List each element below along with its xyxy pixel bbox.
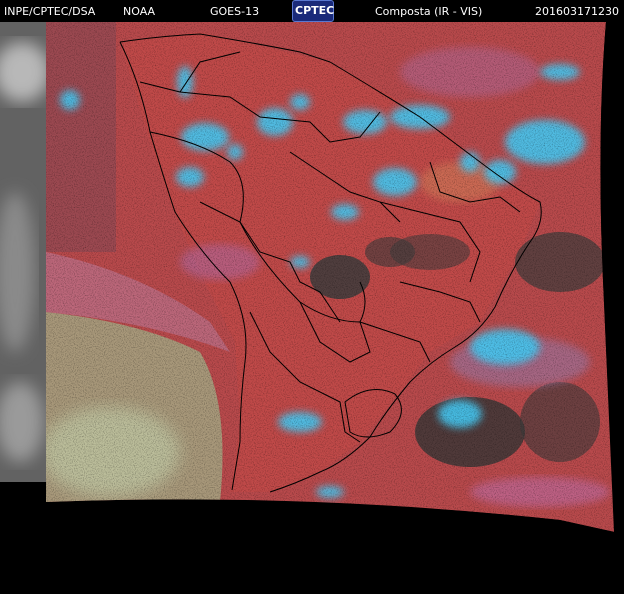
satellite-label: GOES-13: [210, 5, 260, 18]
satellite-image: [0, 22, 624, 594]
agency-label: INPE/CPTEC/DSA: [4, 5, 96, 18]
timestamp-label: 201603171230: [535, 5, 619, 18]
header-bar: INPE/CPTEC/DSA NOAA GOES-13 CPTEC Compos…: [0, 0, 624, 22]
cptec-logo: CPTEC: [292, 0, 334, 22]
product-label: Composta (IR - VIS): [375, 5, 483, 18]
satellite-composite: [0, 22, 624, 594]
provider-label: NOAA: [123, 5, 156, 18]
cptec-logo-text: CPTEC: [295, 4, 335, 17]
